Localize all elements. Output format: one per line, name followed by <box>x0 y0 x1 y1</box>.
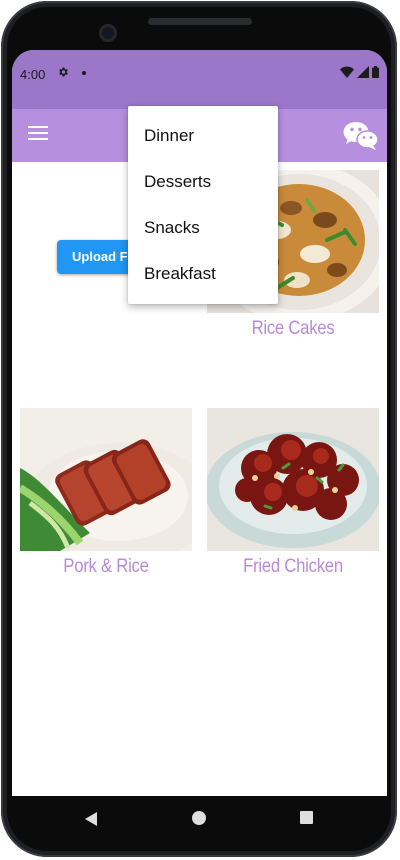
food-card-pork-rice[interactable]: Pork & Rice <box>20 408 192 578</box>
notification-dot <box>82 71 86 75</box>
recents-icon[interactable] <box>300 811 313 824</box>
signal-icon <box>357 66 369 78</box>
status-time: 4:00 <box>20 67 46 82</box>
front-camera <box>99 24 117 42</box>
menu-item-dinner[interactable]: Dinner <box>128 113 278 159</box>
fried-chicken-image <box>207 408 379 551</box>
menu-item-snacks[interactable]: Snacks <box>128 205 278 251</box>
wifi-icon <box>340 66 354 78</box>
gear-icon <box>59 67 68 77</box>
wechat-icon[interactable] <box>343 121 379 151</box>
menu-item-desserts[interactable]: Desserts <box>128 159 278 205</box>
category-dropdown-menu: Dinner Desserts Snacks Breakfast <box>128 106 278 304</box>
speaker-grille <box>148 18 252 25</box>
food-label: Fried Chicken <box>243 556 343 577</box>
phone-device: 4:00 Upload File Rice Cakes Pork & Rice … <box>0 0 400 860</box>
food-label: Rice Cakes <box>251 318 335 339</box>
pork-rice-image <box>20 408 192 551</box>
menu-item-breakfast[interactable]: Breakfast <box>128 251 278 297</box>
home-icon[interactable] <box>192 811 206 825</box>
system-nav-bar <box>12 796 387 842</box>
status-bar: 4:00 <box>12 50 387 109</box>
back-icon[interactable] <box>84 811 98 827</box>
food-label: Pork & Rice <box>63 556 149 577</box>
menu-icon[interactable] <box>28 126 48 144</box>
food-card-fried-chicken[interactable]: Fried Chicken <box>207 408 379 578</box>
battery-icon <box>372 66 379 78</box>
